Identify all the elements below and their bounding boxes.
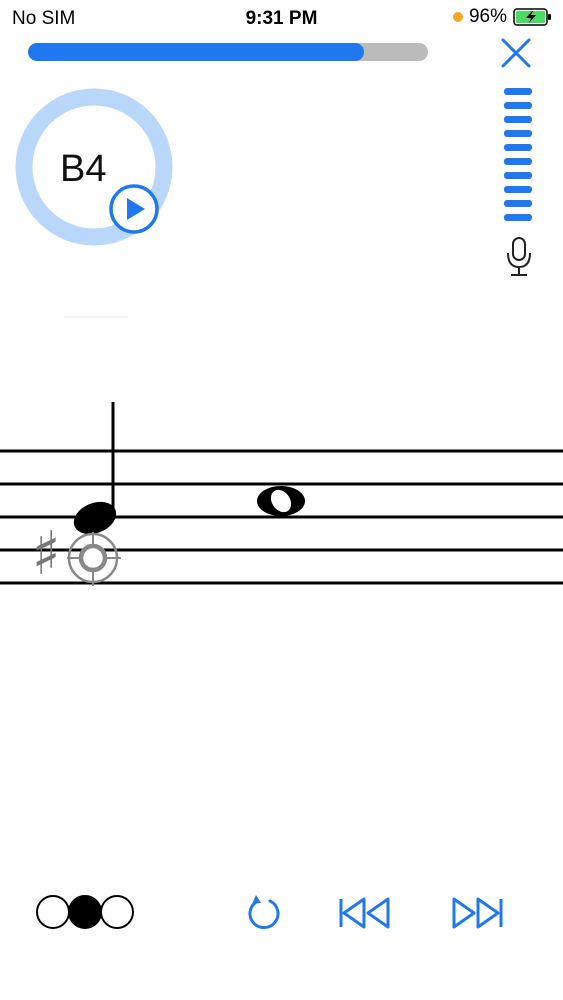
sung-note: [73, 402, 117, 535]
sharp-accidental: ♯: [31, 519, 60, 589]
music-staff: ♯: [0, 402, 563, 589]
level-meter-bar: [504, 102, 532, 109]
battery-charging-icon: [513, 8, 551, 26]
level-meter-bar: [504, 116, 532, 123]
lesson-progress-fill: [28, 43, 364, 61]
level-meter-bar: [504, 130, 532, 137]
level-meter-bar: [504, 186, 532, 193]
microphone-icon[interactable]: [503, 236, 535, 278]
level-meter-bar: [504, 144, 532, 151]
page-dot[interactable]: [100, 895, 134, 929]
level-meter-bar: [504, 200, 532, 207]
previous-button[interactable]: [338, 895, 392, 931]
close-icon[interactable]: [500, 37, 532, 69]
target-whole-note: [257, 486, 305, 516]
level-meter-bar: [504, 158, 532, 165]
input-level-meter: [504, 88, 534, 228]
level-meter-bar: [504, 214, 532, 221]
page-indicator: [36, 895, 134, 929]
page-dot[interactable]: [36, 895, 70, 929]
level-meter-bar: [504, 88, 532, 95]
battery-percent: 96%: [468, 6, 507, 27]
status-right: 96%: [452, 6, 553, 28]
lesson-progress-bar: [28, 43, 428, 61]
pitch-target-icon: [67, 532, 121, 586]
target-note-name: B4: [60, 148, 107, 190]
next-button[interactable]: [450, 895, 504, 931]
play-note-button[interactable]: [107, 182, 161, 236]
page-dot[interactable]: [68, 895, 102, 929]
restart-button[interactable]: [244, 893, 284, 933]
divider: [64, 316, 128, 318]
mic-in-use-dot: [452, 12, 463, 22]
level-meter-bar: [504, 172, 532, 179]
